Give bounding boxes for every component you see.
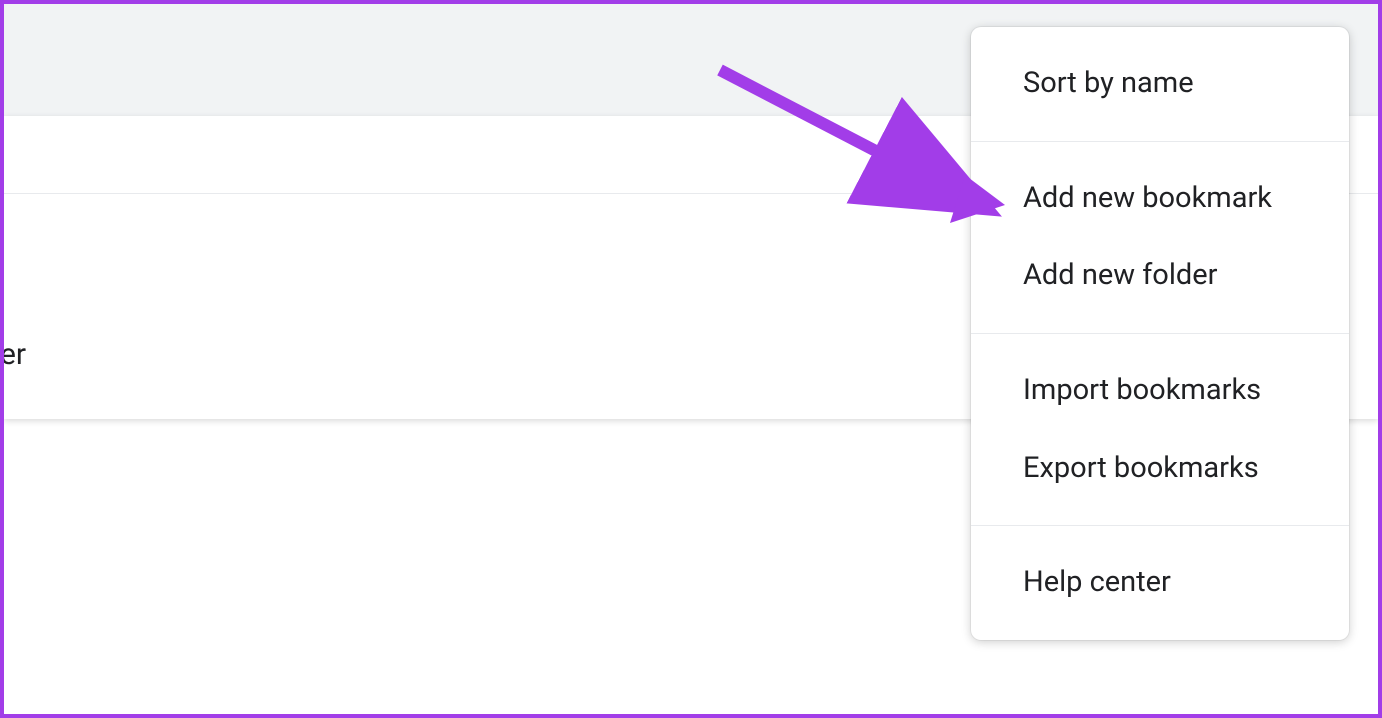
menu-item-import-bookmarks[interactable]: Import bookmarks [971,352,1349,430]
menu-item-help-center[interactable]: Help center [971,544,1349,622]
menu-section-add: Add new bookmark Add new folder [971,141,1349,333]
partial-text: er [0,337,26,372]
menu-item-sort-by-name[interactable]: Sort by name [971,45,1349,123]
bookmarks-context-menu: Sort by name Add new bookmark Add new fo… [971,27,1349,640]
menu-item-add-new-bookmark[interactable]: Add new bookmark [971,160,1349,238]
menu-section-sort: Sort by name [971,27,1349,141]
menu-item-add-new-folder[interactable]: Add new folder [971,237,1349,315]
menu-section-import-export: Import bookmarks Export bookmarks [971,333,1349,525]
menu-item-export-bookmarks[interactable]: Export bookmarks [971,430,1349,508]
menu-section-help: Help center [971,525,1349,640]
